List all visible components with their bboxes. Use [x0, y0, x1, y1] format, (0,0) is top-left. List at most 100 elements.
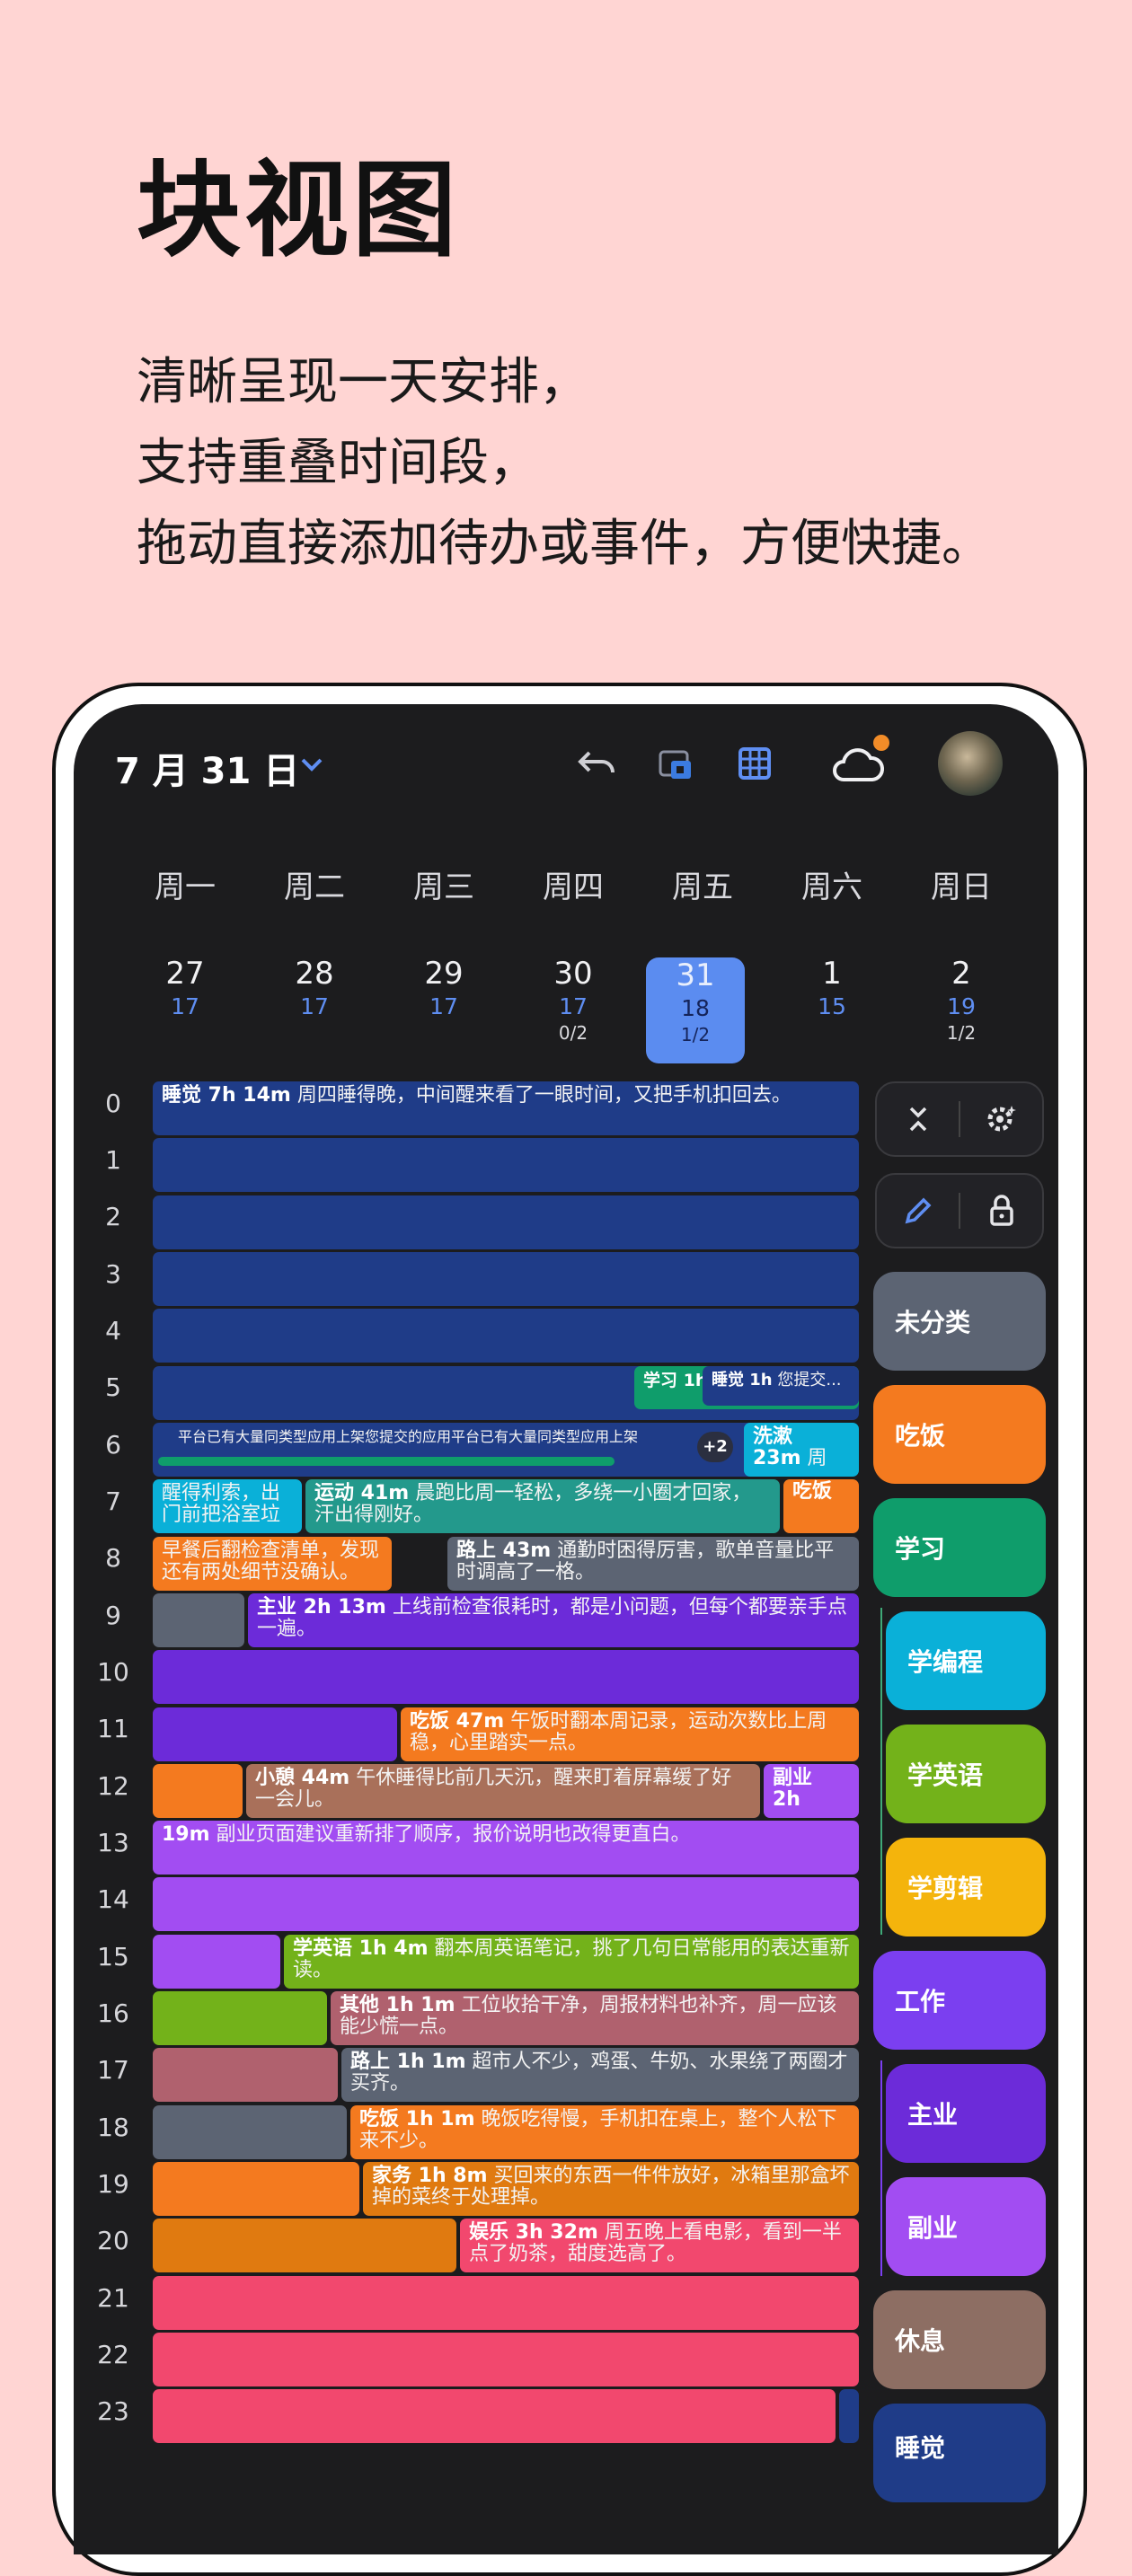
hour-label: 13 — [97, 1828, 129, 1857]
undo-icon[interactable] — [570, 737, 623, 790]
day-cell[interactable]: 1 15 — [783, 956, 881, 1022]
hour-label: 10 — [97, 1657, 129, 1687]
day-cell[interactable]: 27 17 — [136, 956, 234, 1022]
avatar[interactable] — [938, 731, 1003, 796]
day-cell-selected[interactable]: 31 18 1/2 — [646, 957, 745, 1063]
category-item[interactable]: 学英语 — [886, 1725, 1046, 1823]
event-block[interactable] — [153, 1195, 859, 1249]
grid-view-icon[interactable] — [728, 737, 782, 790]
event-block-fun[interactable]: 娱乐 3h 32m 周五晚上看电影，看到一半点了奶茶，甜度选高了。 — [460, 2219, 859, 2272]
hour-label: 15 — [97, 1942, 129, 1972]
tree-line-work — [880, 2060, 882, 2276]
control-group-edit — [875, 1173, 1044, 1248]
event-block-english[interactable]: 学英语 1h 4m 翻本周英语笔记，挑了几句日常能用的表达重新读。 — [284, 1935, 859, 1989]
weekday-label: 周六 — [801, 869, 862, 905]
event-block[interactable]: 醒得利索，出门前把浴室垃 — [153, 1479, 302, 1533]
promo-line-2: 支持重叠时间段， — [137, 434, 539, 492]
hour-label: 5 — [105, 1372, 121, 1402]
event-block[interactable] — [153, 1138, 859, 1192]
event-block[interactable] — [153, 2105, 347, 2159]
day-cell[interactable]: 2 19 1/2 — [912, 956, 1011, 1044]
event-block-chores[interactable]: 家务 1h 8m 买回来的东西一件件放好，冰箱里那盒坏掉的菜终于处理掉。 — [363, 2162, 859, 2216]
hour-label: 7 — [105, 1486, 121, 1516]
hour-label: 3 — [105, 1259, 121, 1289]
category-item[interactable]: 学习 — [873, 1498, 1046, 1597]
event-block[interactable]: 早餐后翻检查清单，发现还有两处细节没确认。 — [153, 1537, 392, 1591]
day-cell[interactable]: 30 17 0/2 — [524, 956, 623, 1044]
event-block-wash[interactable]: 洗漱 23m 周 — [744, 1423, 859, 1477]
event-block[interactable] — [153, 2219, 456, 2272]
hour-label: 9 — [105, 1601, 121, 1630]
control-group-top — [875, 1081, 1044, 1157]
lock-icon[interactable] — [960, 1194, 1042, 1228]
gear-icon[interactable] — [960, 1102, 1042, 1136]
event-block-rest[interactable]: 小憩 44m 午休睡得比前几天沉，醒来盯着屏幕缓了好一会儿。 — [246, 1764, 760, 1818]
hour-label: 19 — [97, 2169, 129, 2199]
event-block[interactable] — [153, 2048, 338, 2102]
hour-label: 12 — [97, 1771, 129, 1801]
category-item[interactable]: 休息 — [873, 2290, 1046, 2389]
hour-label: 2 — [105, 1202, 121, 1231]
event-block[interactable]: 睡觉 7h 14m 周四睡得晚，中间醒来看了一眼时间，又把手机扣回去。 — [153, 1081, 859, 1135]
pencil-icon[interactable] — [877, 1195, 959, 1227]
event-block[interactable] — [153, 1935, 280, 1989]
chevron-down-icon[interactable] — [300, 749, 323, 781]
event-block-road[interactable]: 路上 1h 1m 超市人不少，鸡蛋、牛奶、水果绕了两圈才买齐。 — [341, 2048, 859, 2102]
weekday-label: 周四 — [543, 869, 604, 905]
category-item[interactable]: 吃饭 — [873, 1385, 1046, 1484]
weekday-label: 周日 — [931, 869, 992, 905]
event-block[interactable] — [153, 2389, 836, 2443]
event-block[interactable] — [153, 1991, 327, 2045]
category-item[interactable]: 学编程 — [886, 1611, 1046, 1710]
event-block-side[interactable]: 19m 副业页面建议重新排了顺序，报价说明也改得更直白。 — [153, 1821, 859, 1875]
tree-line-study — [880, 1608, 882, 1935]
event-block-lunch[interactable]: 吃饭 47m 午饭时翻本周记录，运动次数比上周稳，心里踏实一点。 — [401, 1707, 859, 1761]
event-block[interactable] — [153, 1252, 859, 1306]
date-title[interactable]: 7 月 31 日 — [115, 742, 299, 794]
hour-label: 0 — [105, 1089, 121, 1118]
weekday-label: 周五 — [672, 869, 733, 905]
hour-label: 17 — [97, 2055, 129, 2085]
event-block[interactable] — [153, 2162, 359, 2216]
promo-headline: 块视图 — [137, 150, 460, 271]
event-block[interactable] — [153, 1309, 859, 1363]
event-block-sleep[interactable]: 睡觉 1h 您提交... — [703, 1366, 859, 1406]
event-block-dinner[interactable]: 吃饭 1h 1m 晚饭吃得慢，手机扣在桌上，整个人松下来不少。 — [350, 2105, 859, 2159]
event-block[interactable] — [153, 1877, 859, 1931]
event-block[interactable] — [153, 1593, 244, 1647]
category-item[interactable]: 睡觉 — [873, 2404, 1046, 2502]
event-block-other[interactable]: 其他 1h 1m 工位收拾干净，周报材料也补齐，周一应该能少慌一点。 — [331, 1991, 859, 2045]
event-block[interactable] — [153, 1707, 397, 1761]
more-badge[interactable]: +2 — [697, 1432, 733, 1462]
progress-bar — [158, 1457, 615, 1466]
hour-label: 11 — [97, 1714, 129, 1743]
category-item[interactable]: 主业 — [886, 2064, 1046, 2163]
event-block[interactable] — [153, 1650, 859, 1704]
category-item[interactable]: 未分类 — [873, 1272, 1046, 1371]
hour-label: 18 — [97, 2113, 129, 2142]
calendar-swap-icon[interactable] — [649, 737, 703, 790]
event-block-eat[interactable]: 吃饭 — [783, 1479, 859, 1533]
promo-line-3: 拖动直接添加待办或事件，方便快捷。 — [137, 515, 992, 573]
event-block-main[interactable]: 主业 2h 13m 上线前检查很耗时，都是小问题，但每个都要亲手点一遍。 — [248, 1593, 859, 1647]
event-block-commute[interactable]: 路上 43m 通勤时困得厉害，歌单音量比平时调高了一格。 — [447, 1537, 859, 1591]
event-block[interactable] — [153, 2276, 859, 2330]
event-block-sport[interactable]: 运动 41m 晨跑比周一轻松，多绕一小圈才回家，汗出得刚好。 — [305, 1479, 780, 1533]
collapse-icon[interactable] — [877, 1105, 959, 1134]
app-screen: 7 月 31 日 周一 周二 周三 周四 周五 周六 周日 27 17 28 17 … — [74, 704, 1058, 2554]
event-block-side[interactable]: 副业 2h — [764, 1764, 859, 1818]
event-block[interactable] — [839, 2389, 859, 2443]
day-cell[interactable]: 29 17 — [394, 956, 493, 1022]
hour-label: 14 — [97, 1884, 129, 1914]
event-block[interactable] — [153, 2333, 859, 2386]
category-item[interactable]: 工作 — [873, 1951, 1046, 2050]
hour-label: 23 — [97, 2396, 129, 2426]
category-item[interactable]: 学剪辑 — [886, 1838, 1046, 1936]
hour-label: 20 — [97, 2226, 129, 2255]
weekday-label: 周一 — [155, 869, 216, 905]
category-item[interactable]: 副业 — [886, 2177, 1046, 2276]
event-block[interactable] — [153, 1764, 243, 1818]
day-cell[interactable]: 28 17 — [265, 956, 364, 1022]
weekday-label: 周三 — [413, 869, 474, 905]
hour-label: 21 — [97, 2283, 129, 2313]
